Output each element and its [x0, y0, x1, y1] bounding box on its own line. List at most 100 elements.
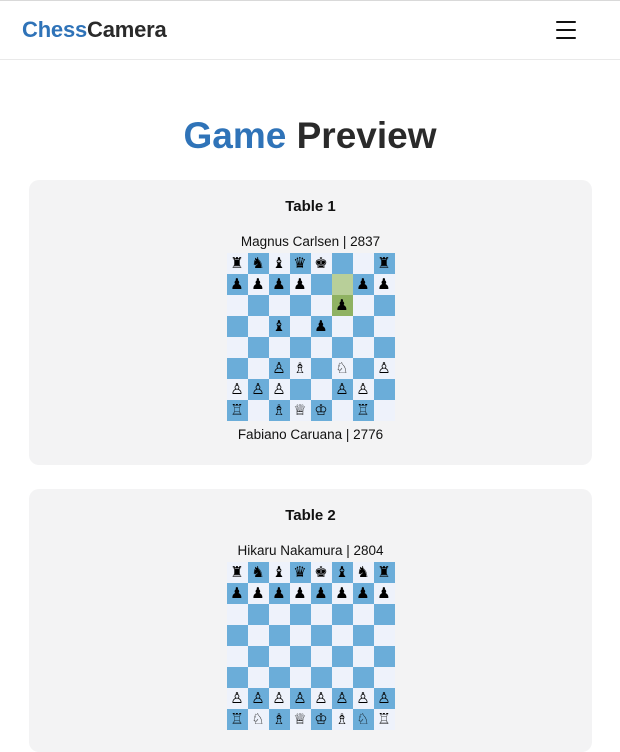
board-square[interactable]	[373, 604, 395, 625]
logo[interactable]: ChessCamera	[22, 17, 167, 43]
board-square[interactable]	[331, 667, 353, 688]
board-square[interactable]	[247, 337, 269, 358]
board-square[interactable]	[226, 358, 248, 379]
board-square[interactable]	[310, 337, 332, 358]
board-square[interactable]	[226, 667, 248, 688]
board-square[interactable]	[310, 604, 332, 625]
board-square[interactable]: ♙	[310, 688, 332, 709]
board-square[interactable]: ♗	[268, 709, 290, 730]
board-square[interactable]: ♙	[268, 688, 290, 709]
board-square[interactable]: ♟	[373, 583, 395, 604]
board-square[interactable]	[352, 604, 374, 625]
board-square[interactable]	[226, 646, 248, 667]
board-square[interactable]: ♙	[373, 358, 395, 379]
board-square[interactable]	[268, 625, 290, 646]
table-card-1[interactable]: Table 1 Magnus Carlsen | 2837 ♜ ♞ ♝ ♛ ♚ ♜ ♟ ♟ ♟ ♟…	[29, 180, 592, 465]
board-square[interactable]	[247, 604, 269, 625]
board-square[interactable]: ♘	[247, 709, 269, 730]
board-square[interactable]	[226, 337, 248, 358]
board-square[interactable]: ♟	[226, 274, 248, 295]
board-square[interactable]	[373, 316, 395, 337]
board-square[interactable]: ♙	[268, 379, 290, 400]
board-square[interactable]: ♞	[352, 562, 374, 583]
board-square[interactable]: ♘	[352, 709, 374, 730]
board-square[interactable]: ♜	[373, 253, 395, 274]
board-square[interactable]	[247, 358, 269, 379]
board-square[interactable]	[331, 337, 353, 358]
board-square[interactable]	[268, 667, 290, 688]
board-square[interactable]: ♝	[268, 562, 290, 583]
board-square[interactable]	[352, 295, 374, 316]
board-square[interactable]	[373, 337, 395, 358]
board-square[interactable]: ♚	[310, 562, 332, 583]
board-square[interactable]: ♟	[352, 274, 374, 295]
board-square[interactable]	[373, 295, 395, 316]
board-square[interactable]: ♘	[331, 358, 353, 379]
board-square[interactable]	[226, 295, 248, 316]
table-card-2[interactable]: Table 2 Hikaru Nakamura | 2804 ♜ ♞ ♝ ♛ ♚ ♝ ♞ ♜ ♟…	[29, 489, 592, 752]
board-square[interactable]: ♟	[331, 583, 353, 604]
board-square[interactable]	[373, 379, 395, 400]
board-square[interactable]	[331, 253, 353, 274]
board-square[interactable]: ♟	[247, 583, 269, 604]
board-square[interactable]: ♕	[289, 709, 311, 730]
board-square[interactable]	[268, 604, 290, 625]
board-square[interactable]: ♖	[373, 709, 395, 730]
board-square[interactable]	[373, 625, 395, 646]
board-square[interactable]: ♔	[310, 709, 332, 730]
board-square[interactable]: ♙	[226, 379, 248, 400]
board-square[interactable]	[331, 274, 353, 295]
board-square[interactable]	[268, 646, 290, 667]
board-square[interactable]: ♙	[289, 688, 311, 709]
board-square[interactable]: ♙	[268, 358, 290, 379]
board-square[interactable]	[331, 400, 353, 421]
board-square[interactable]	[247, 400, 269, 421]
board-square[interactable]: ♝	[268, 253, 290, 274]
board-square[interactable]	[226, 625, 248, 646]
board-square[interactable]	[331, 625, 353, 646]
board-square[interactable]: ♙	[247, 379, 269, 400]
board-square[interactable]	[289, 337, 311, 358]
board-square[interactable]	[331, 646, 353, 667]
board-square[interactable]: ♜	[226, 253, 248, 274]
board-square[interactable]: ♙	[331, 379, 353, 400]
chess-board[interactable]: ♜ ♞ ♝ ♛ ♚ ♜ ♟ ♟ ♟ ♟ ♟ ♟ ♟ ♝ ♟ ♙ ♗ ♘ ♙ ♙ ♙ ♙ ♙ ♙ ♖ ♗ ♕ ♔ ♖	[226, 253, 395, 421]
board-square[interactable]	[310, 646, 332, 667]
board-square[interactable]: ♟	[331, 295, 353, 316]
board-square[interactable]: ♗	[331, 709, 353, 730]
board-square[interactable]	[247, 646, 269, 667]
board-square[interactable]: ♝	[268, 316, 290, 337]
board-square[interactable]	[310, 295, 332, 316]
board-square[interactable]	[310, 358, 332, 379]
board-square[interactable]: ♙	[373, 688, 395, 709]
board-square[interactable]	[289, 604, 311, 625]
board-square[interactable]	[289, 667, 311, 688]
board-square[interactable]: ♟	[352, 583, 374, 604]
board-square[interactable]	[289, 379, 311, 400]
board-square[interactable]	[247, 316, 269, 337]
board-square[interactable]	[373, 667, 395, 688]
board-square[interactable]	[247, 667, 269, 688]
board-square[interactable]	[331, 316, 353, 337]
board-square[interactable]	[373, 400, 395, 421]
board-square[interactable]	[352, 625, 374, 646]
board-square[interactable]	[352, 253, 374, 274]
board-square[interactable]: ♙	[247, 688, 269, 709]
board-square[interactable]	[352, 667, 374, 688]
board-square[interactable]: ♜	[226, 562, 248, 583]
board-square[interactable]: ♟	[373, 274, 395, 295]
board-square[interactable]	[331, 604, 353, 625]
board-square[interactable]: ♞	[247, 253, 269, 274]
board-square[interactable]: ♟	[310, 583, 332, 604]
chess-board[interactable]: ♜ ♞ ♝ ♛ ♚ ♝ ♞ ♜ ♟ ♟ ♟ ♟ ♟ ♟ ♟ ♟ ♙ ♙ ♙ ♙ ♙ ♙ ♙ ♙ ♖ ♘ ♗ ♕ ♔ ♗ ♘ ♖	[226, 562, 395, 730]
board-square[interactable]	[310, 274, 332, 295]
board-square[interactable]: ♙	[352, 379, 374, 400]
board-square[interactable]	[289, 316, 311, 337]
board-square[interactable]: ♟	[226, 583, 248, 604]
board-square[interactable]: ♖	[352, 400, 374, 421]
board-square[interactable]: ♗	[289, 358, 311, 379]
board-square[interactable]: ♖	[226, 400, 248, 421]
board-square[interactable]: ♛	[289, 562, 311, 583]
board-square[interactable]: ♟	[268, 274, 290, 295]
board-square[interactable]: ♗	[268, 400, 290, 421]
